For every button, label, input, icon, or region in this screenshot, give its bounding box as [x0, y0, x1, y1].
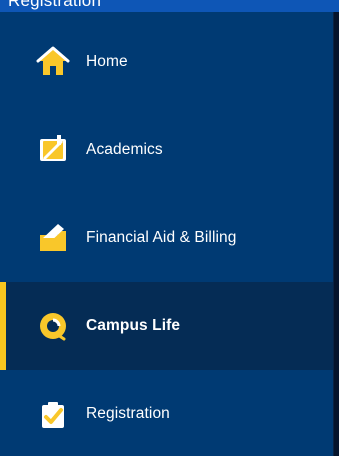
sidebar-item-label: Academics [86, 141, 163, 158]
sidebar-item-registration[interactable]: Registration [0, 370, 333, 456]
sidebar-item-label: Registration [86, 405, 170, 422]
sidebar-item-campus-life[interactable]: Campus Life [0, 282, 333, 370]
top-partial-text: Registration [8, 0, 102, 10]
sidebar-item-label: Home [86, 53, 128, 70]
sidebar-item-academics[interactable]: Academics [0, 106, 333, 194]
sidebar-item-label: Financial Aid & Billing [86, 229, 237, 246]
registration-checklist-icon [36, 397, 70, 431]
app-frame: Registration Home Academics Financial Ai… [0, 0, 339, 456]
sidebar-item-home[interactable]: Home [0, 18, 333, 106]
top-header-strip: Registration [0, 0, 339, 12]
sidebar-item-label: Campus Life [86, 317, 181, 334]
academics-book-icon [36, 133, 70, 167]
active-indicator [0, 282, 6, 370]
home-icon [36, 45, 70, 79]
sidebar-nav: Home Academics Financial Aid & Billing C… [0, 12, 334, 456]
campus-life-ring-icon [36, 309, 70, 343]
financial-aid-folder-icon [36, 221, 70, 255]
sidebar-item-financial-aid-billing[interactable]: Financial Aid & Billing [0, 194, 333, 282]
